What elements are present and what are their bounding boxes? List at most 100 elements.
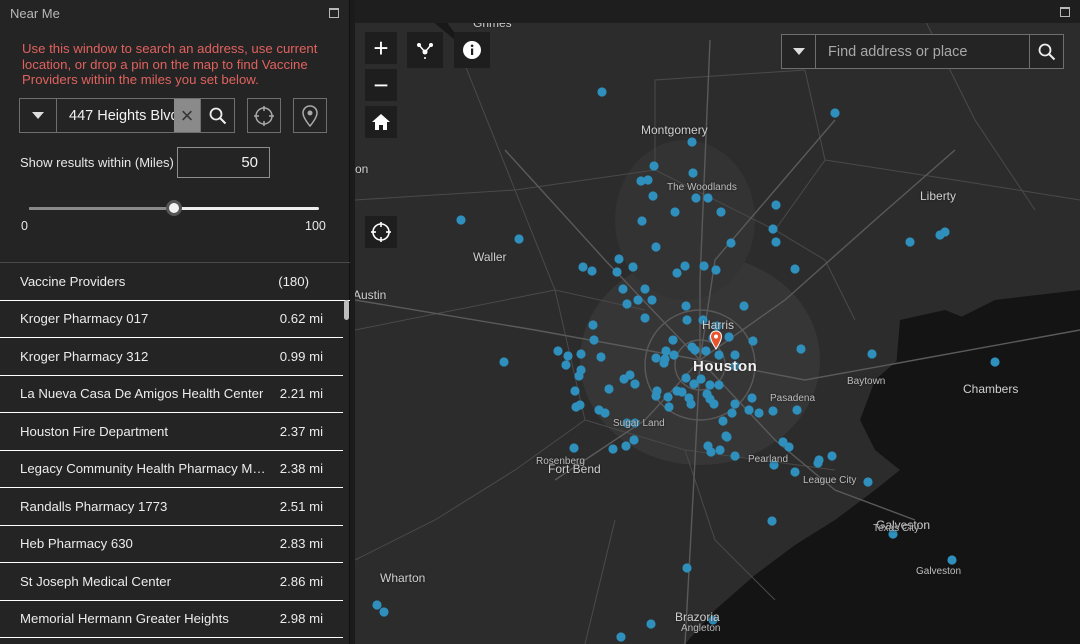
provider-marker[interactable]: [718, 416, 728, 426]
provider-marker[interactable]: [687, 342, 697, 352]
search-button[interactable]: [200, 99, 234, 132]
result-item[interactable]: Kroger Pharmacy 312 0.99 mi: [0, 338, 343, 376]
provider-marker[interactable]: [905, 237, 915, 247]
provider-marker[interactable]: [640, 313, 650, 323]
slider-thumb[interactable]: [166, 200, 182, 216]
provider-marker[interactable]: [705, 380, 715, 390]
provider-marker[interactable]: [563, 351, 573, 361]
provider-marker[interactable]: [633, 295, 643, 305]
provider-marker[interactable]: [790, 467, 800, 477]
provider-marker[interactable]: [589, 335, 599, 345]
map-search-dropdown[interactable]: [782, 35, 816, 68]
provider-marker[interactable]: [628, 262, 638, 272]
provider-marker[interactable]: [651, 391, 661, 401]
provider-marker[interactable]: [651, 242, 661, 252]
map-view[interactable]: Grimes Montgomery The Woodlands Liberty …: [355, 0, 1080, 644]
provider-marker[interactable]: [663, 392, 673, 402]
provider-marker[interactable]: [680, 261, 690, 271]
provider-marker[interactable]: [669, 350, 679, 360]
result-item[interactable]: St Joseph Medical Center 2.86 mi: [0, 563, 343, 601]
provider-marker[interactable]: [935, 230, 945, 240]
provider-marker[interactable]: [696, 374, 706, 384]
provider-marker[interactable]: [990, 357, 1000, 367]
provider-marker[interactable]: [646, 619, 656, 629]
provider-marker[interactable]: [714, 380, 724, 390]
provider-marker[interactable]: [703, 193, 713, 203]
provider-marker[interactable]: [636, 176, 646, 186]
provider-marker[interactable]: [744, 405, 754, 415]
provider-marker[interactable]: [618, 284, 628, 294]
result-item[interactable]: Randalls Pharmacy 1773 2.51 mi: [0, 488, 343, 526]
provider-marker[interactable]: [569, 443, 579, 453]
provider-marker[interactable]: [561, 360, 571, 370]
provider-marker[interactable]: [699, 261, 709, 271]
distance-slider[interactable]: [29, 198, 319, 218]
provider-marker[interactable]: [768, 224, 778, 234]
provider-marker[interactable]: [629, 435, 639, 445]
provider-marker[interactable]: [648, 191, 658, 201]
provider-marker[interactable]: [574, 371, 584, 381]
provider-marker[interactable]: [630, 379, 640, 389]
result-item[interactable]: Houston Fire Department 2.37 mi: [0, 413, 343, 451]
result-item[interactable]: Heb Pharmacy 630 2.83 mi: [0, 526, 343, 563]
share-button[interactable]: [407, 32, 443, 68]
provider-marker[interactable]: [709, 399, 719, 409]
maximize-icon[interactable]: [329, 8, 339, 18]
provider-marker[interactable]: [771, 200, 781, 210]
provider-marker[interactable]: [514, 234, 524, 244]
provider-marker[interactable]: [813, 458, 823, 468]
provider-marker[interactable]: [672, 386, 682, 396]
provider-marker[interactable]: [706, 447, 716, 457]
provider-marker[interactable]: [691, 193, 701, 203]
provider-marker[interactable]: [730, 451, 740, 461]
zoom-in-button[interactable]: +: [365, 32, 397, 64]
result-item[interactable]: Legacy Community Health Pharmacy Mo… 2.38…: [0, 451, 343, 488]
current-location-button[interactable]: [247, 98, 281, 133]
within-miles-input[interactable]: 50: [177, 147, 270, 178]
provider-marker[interactable]: [796, 344, 806, 354]
provider-marker[interactable]: [947, 555, 957, 565]
provider-marker[interactable]: [456, 215, 466, 225]
provider-marker[interactable]: [672, 268, 682, 278]
provider-marker[interactable]: [379, 607, 389, 617]
maximize-icon[interactable]: [1060, 7, 1070, 17]
provider-marker[interactable]: [792, 405, 802, 415]
provider-marker[interactable]: [616, 632, 626, 642]
provider-marker[interactable]: [622, 299, 632, 309]
provider-marker[interactable]: [608, 444, 618, 454]
provider-marker[interactable]: [571, 402, 581, 412]
provider-marker[interactable]: [726, 238, 736, 248]
provider-marker[interactable]: [570, 386, 580, 396]
provider-marker[interactable]: [730, 399, 740, 409]
provider-marker[interactable]: [784, 442, 794, 452]
provider-marker[interactable]: [863, 477, 873, 487]
provider-marker[interactable]: [739, 301, 749, 311]
provider-marker[interactable]: [600, 408, 610, 418]
provider-marker[interactable]: [597, 87, 607, 97]
map-search-button[interactable]: [1029, 35, 1063, 68]
map-search-input[interactable]: Find address or place: [816, 35, 1029, 68]
provider-marker[interactable]: [716, 207, 726, 217]
provider-marker[interactable]: [588, 320, 598, 330]
provider-marker[interactable]: [668, 335, 678, 345]
provider-marker[interactable]: [715, 445, 725, 455]
provider-marker[interactable]: [553, 346, 563, 356]
home-button[interactable]: [365, 106, 397, 138]
search-source-dropdown[interactable]: [20, 99, 56, 132]
provider-marker[interactable]: [637, 216, 647, 226]
provider-marker[interactable]: [724, 332, 734, 342]
provider-marker[interactable]: [711, 265, 721, 275]
provider-marker[interactable]: [727, 408, 737, 418]
provider-marker[interactable]: [587, 266, 597, 276]
provider-marker[interactable]: [682, 315, 692, 325]
results-group-header[interactable]: Vaccine Providers (180): [0, 263, 350, 301]
provider-marker[interactable]: [790, 264, 800, 274]
provider-marker[interactable]: [830, 108, 840, 118]
provider-marker[interactable]: [651, 353, 661, 363]
provider-marker[interactable]: [576, 349, 586, 359]
provider-marker[interactable]: [721, 431, 731, 441]
provider-marker[interactable]: [640, 284, 650, 294]
locate-button[interactable]: [365, 216, 397, 248]
provider-marker[interactable]: [681, 373, 691, 383]
provider-marker[interactable]: [747, 393, 757, 403]
